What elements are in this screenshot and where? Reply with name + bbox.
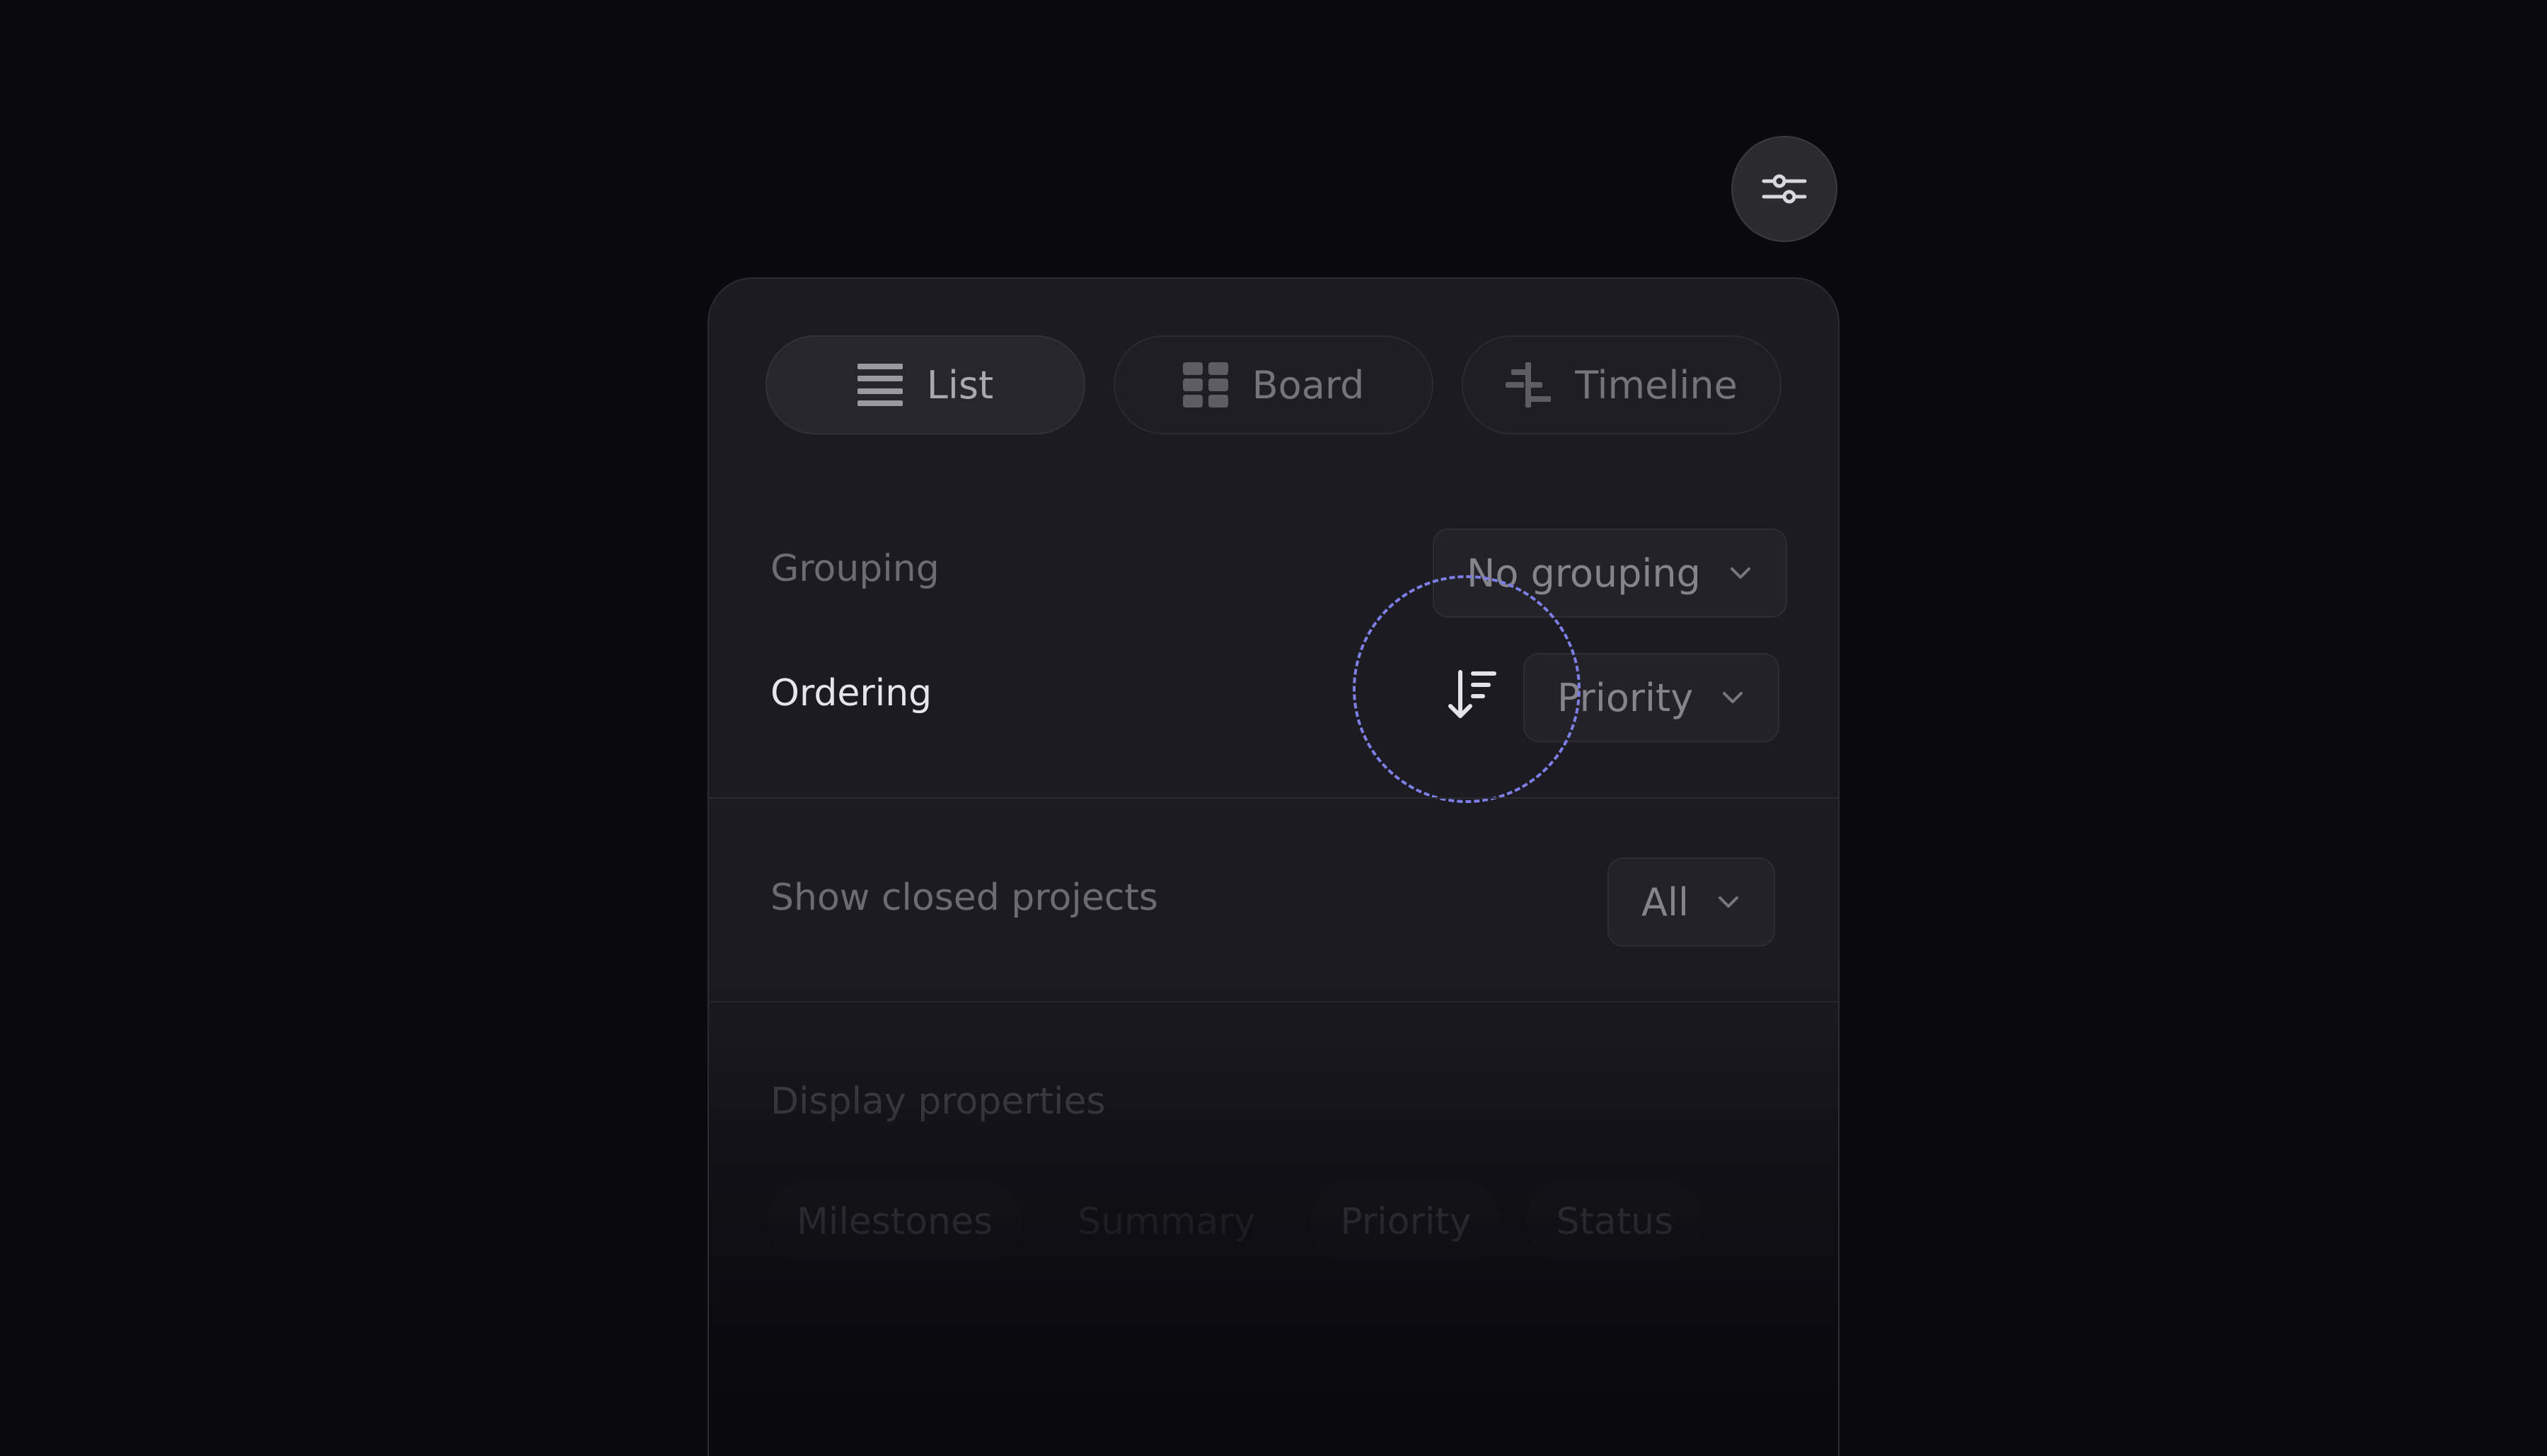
property-chip-summary[interactable]: Summary	[1048, 1181, 1285, 1263]
board-grid-icon	[1182, 362, 1228, 408]
tab-board[interactable]: Board	[1114, 335, 1433, 434]
tab-label: Timeline	[1575, 362, 1738, 408]
timeline-icon	[1506, 362, 1552, 408]
ordering-label: Ordering	[770, 672, 932, 715]
property-chip-milestones[interactable]: Milestones	[767, 1181, 1023, 1263]
focus-highlight-ring	[1353, 575, 1581, 803]
display-properties-title: Display properties	[770, 1080, 1106, 1123]
sliders-icon	[1762, 174, 1807, 204]
closed-projects-label: Show closed projects	[770, 877, 1158, 919]
chevron-down-icon	[1723, 692, 1743, 703]
section-divider	[709, 1001, 1838, 1003]
closed-projects-select[interactable]: All	[1607, 857, 1775, 947]
property-chip-status[interactable]: Status	[1526, 1181, 1704, 1263]
display-properties-chips: Milestones Summary Priority Status	[767, 1181, 1704, 1263]
tab-label: Board	[1252, 362, 1365, 408]
chevron-down-icon	[1718, 896, 1738, 908]
display-options-button[interactable]	[1731, 136, 1837, 242]
tab-timeline[interactable]: Timeline	[1462, 335, 1781, 434]
screen: List Board Timeline Grouping No grouping…	[0, 0, 2547, 1456]
view-options-panel: List Board Timeline Grouping No grouping…	[708, 277, 1840, 1456]
property-chip-priority[interactable]: Priority	[1310, 1181, 1501, 1263]
grouping-label: Grouping	[770, 548, 940, 590]
tab-list[interactable]: List	[766, 335, 1085, 434]
list-icon	[857, 364, 903, 406]
chevron-down-icon	[1730, 567, 1750, 579]
section-divider	[709, 797, 1838, 799]
closed-projects-value: All	[1641, 879, 1689, 925]
tab-label: List	[926, 362, 994, 408]
view-tabs: List Board Timeline	[766, 335, 1781, 434]
